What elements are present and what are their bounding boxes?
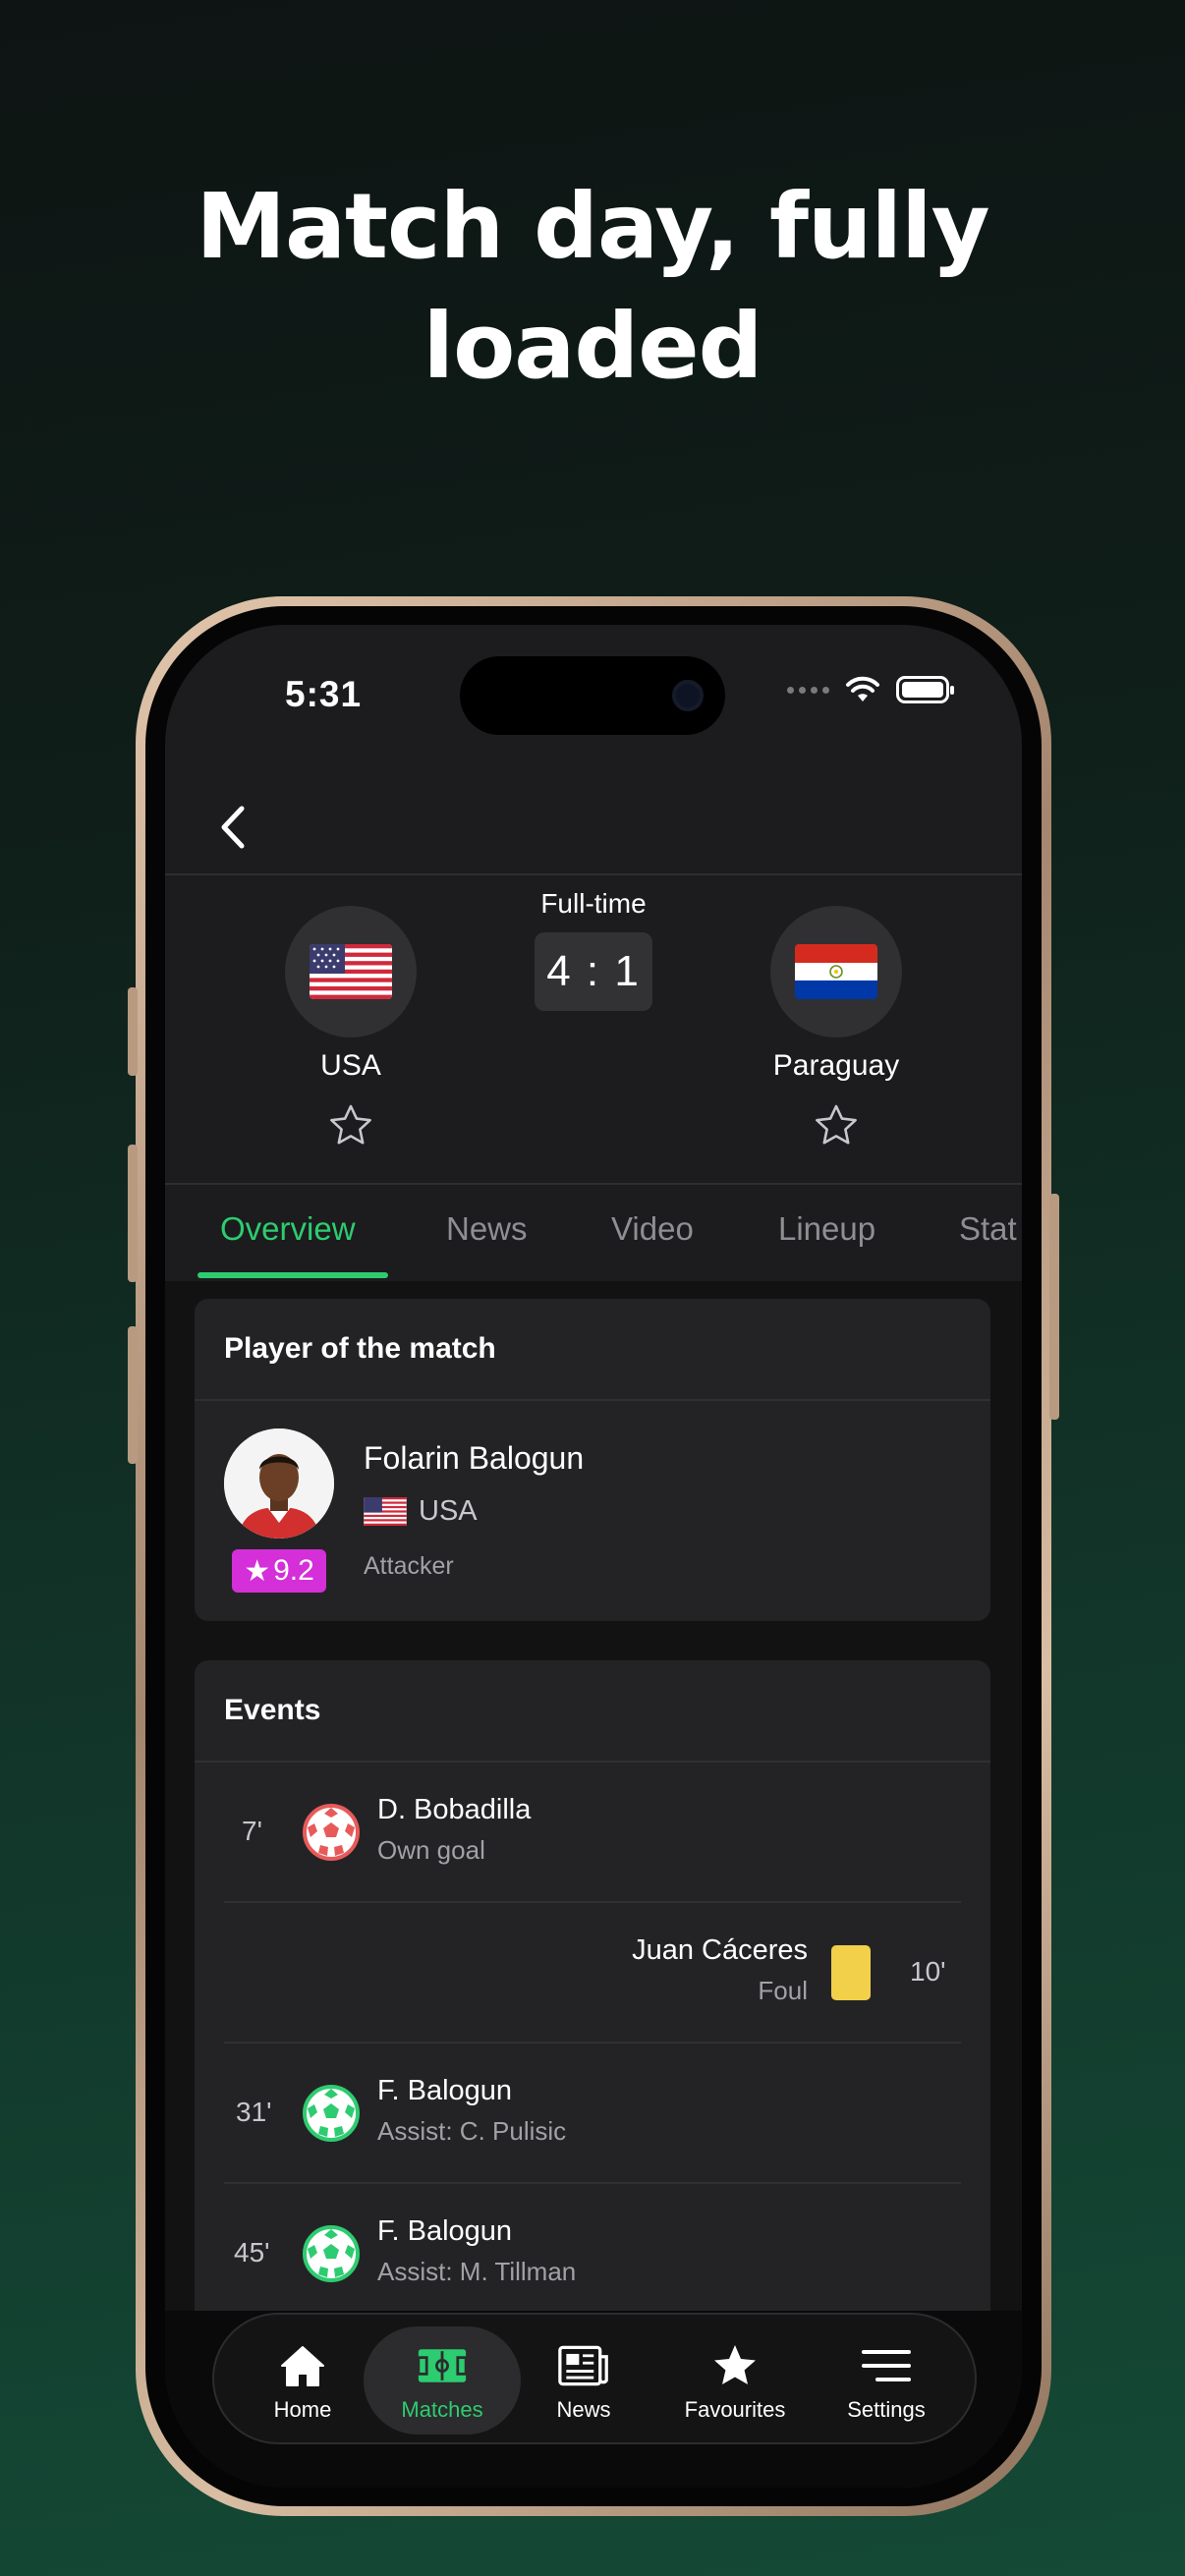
nav-home[interactable]: Home (224, 2326, 381, 2435)
home-favourite-star-icon[interactable] (327, 1102, 374, 1149)
nav-news[interactable]: News (505, 2326, 662, 2435)
volume-up-button (128, 1145, 138, 1282)
event-detail: Own goal (377, 1835, 485, 1865)
volume-down-button (128, 1326, 138, 1464)
promo-headline: Match day, fully loaded (0, 167, 1185, 407)
status-time: 5:31 (285, 674, 363, 714)
event-minute: 10' (910, 1956, 946, 1987)
wifi-icon (846, 676, 879, 701)
event-detail: Assist: C. Pulisic (377, 2116, 567, 2146)
goal-ball-icon (303, 2225, 360, 2282)
headline-line-1: Match day, fully (196, 174, 989, 279)
nav-news-label: News (556, 2397, 611, 2422)
cellular-signal-icon (787, 686, 829, 694)
us-flag-icon (310, 944, 392, 999)
events-card: Events 7' D. Bobadilla Own goal Juan Các… (195, 1660, 990, 2348)
us-flag-icon (364, 1497, 407, 1526)
battery-icon (896, 676, 954, 703)
event-detail: Foul (758, 1976, 808, 2005)
event-player: D. Bobadilla (377, 1794, 532, 1825)
tab-stats[interactable]: Stat (959, 1210, 1017, 1248)
match-score: 4 : 1 (535, 932, 652, 1011)
menu-icon (862, 2350, 911, 2381)
player-name: Folarin Balogun (364, 1440, 585, 1476)
event-player: Juan Cáceres (632, 1934, 808, 1966)
player-country-name: USA (419, 1495, 478, 1527)
event-minute: 7' (242, 1816, 262, 1846)
nav-home-label: Home (273, 2397, 332, 2422)
newspaper-icon (558, 2345, 608, 2386)
phone-screen: 5:31 Full-time 4 : 1 USA Paraguay Overvi… (165, 625, 1022, 2488)
tab-lineup[interactable]: Lineup (778, 1210, 875, 1248)
yellow-card-icon (831, 1945, 871, 2000)
headline-line-2: loaded (423, 294, 763, 399)
star-icon (714, 2345, 756, 2384)
events-title: Events (224, 1694, 321, 1726)
nav-favourites[interactable]: Favourites (656, 2326, 814, 2435)
chevron-left-icon (221, 806, 245, 849)
home-team-name: USA (320, 1049, 381, 1082)
event-row[interactable]: 31' F. Balogun Assist: C. Pulisic (195, 2044, 990, 2184)
event-detail: Assist: M. Tillman (377, 2257, 577, 2286)
action-button (128, 987, 138, 1076)
nav-favourites-label: Favourites (684, 2397, 786, 2422)
event-row[interactable]: Juan Cáceres Foul 10' (195, 1903, 990, 2044)
away-team-crest[interactable] (770, 906, 902, 1037)
event-row[interactable]: 45' F. Balogun Assist: M. Tillman (195, 2184, 990, 2324)
player-photo-icon (224, 1428, 334, 1539)
home-team-crest[interactable] (285, 906, 417, 1037)
tab-overview[interactable]: Overview (220, 1210, 356, 1248)
paraguay-flag-icon (795, 944, 877, 999)
goal-ball-icon (303, 2085, 360, 2142)
player-country: USA (364, 1495, 478, 1528)
power-button (1049, 1194, 1059, 1420)
match-tabs: Overview News Video Lineup Stat (165, 1185, 1022, 1283)
event-row[interactable]: 7' D. Bobadilla Own goal (195, 1763, 990, 1903)
card-divider (195, 1399, 990, 1401)
status-icons (787, 676, 954, 703)
player-position: Attacker (364, 1552, 454, 1580)
own-goal-ball-icon (303, 1804, 360, 1861)
tab-news[interactable]: News (446, 1210, 528, 1248)
player-of-match-card[interactable]: Player of the match ★ 9.2 Folarin Balogu… (195, 1299, 990, 1621)
event-minute: 31' (236, 2097, 272, 2127)
active-tab-indicator (198, 1272, 388, 1278)
home-icon (281, 2346, 324, 2386)
back-button[interactable] (204, 800, 259, 855)
nav-settings-label: Settings (847, 2397, 926, 2422)
event-minute: 45' (234, 2237, 270, 2268)
player-rating-badge: ★ 9.2 (232, 1549, 326, 1593)
rating-star-icon: ★ (244, 1554, 271, 1588)
dynamic-island (460, 656, 725, 735)
away-favourite-star-icon[interactable] (813, 1102, 860, 1149)
nav-matches-label: Matches (401, 2397, 483, 2422)
nav-settings[interactable]: Settings (808, 2326, 965, 2435)
tab-video[interactable]: Video (611, 1210, 694, 1248)
match-status: Full-time (540, 888, 647, 919)
header-divider (165, 873, 1022, 875)
event-player: F. Balogun (377, 2215, 513, 2247)
event-player: F. Balogun (377, 2075, 513, 2106)
away-team-name: Paraguay (772, 1049, 900, 1082)
player-rating: 9.2 (273, 1554, 314, 1587)
pitch-icon (417, 2349, 468, 2382)
nav-matches[interactable]: Matches (364, 2326, 521, 2435)
player-of-match-title: Player of the match (224, 1332, 496, 1365)
bottom-tab-bar: Home Matches News Favourites Settings (212, 2313, 977, 2444)
player-avatar (224, 1428, 334, 1539)
